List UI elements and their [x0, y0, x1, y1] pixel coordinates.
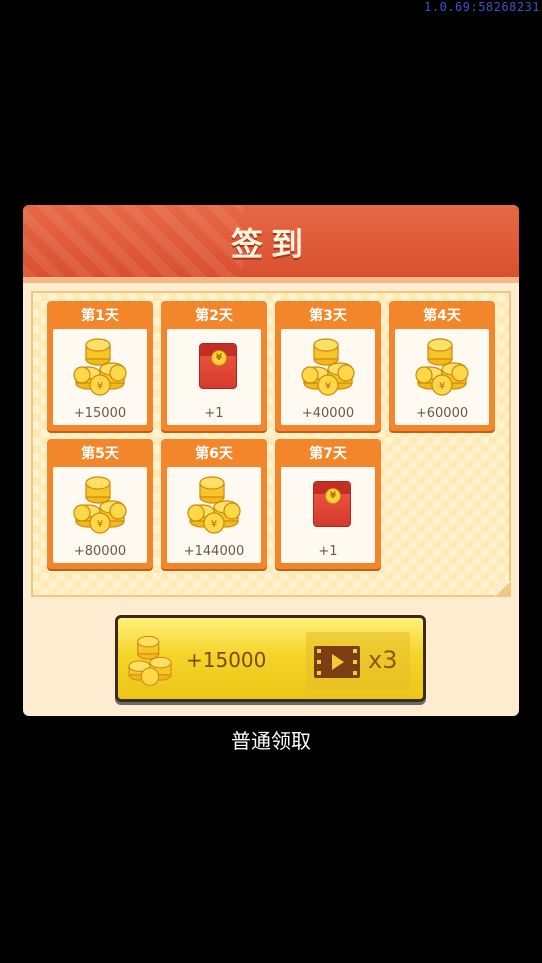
day-label: 第6天: [195, 446, 233, 462]
coin-pile-icon: [128, 635, 172, 686]
normal-claim-link[interactable]: 普通领取: [0, 725, 542, 754]
day-amount: +60000: [415, 406, 469, 421]
page-fold-corner: [495, 581, 511, 597]
video-multiplier-box: x3: [306, 632, 410, 690]
day-amount: +40000: [301, 406, 355, 421]
day-label: 第3天: [309, 308, 347, 324]
day-card-5[interactable]: 第5天 ¥ +80000: [47, 439, 153, 569]
day-amount: +80000: [73, 544, 127, 559]
svg-text:¥: ¥: [325, 381, 331, 392]
day-card-2[interactable]: 第2天 ¥ +1: [161, 301, 267, 431]
day-amount: +1: [318, 544, 338, 559]
coin-pile-icon: ¥: [301, 338, 355, 396]
day-card-7[interactable]: 第7天 ¥ +1: [275, 439, 381, 569]
svg-text:¥: ¥: [97, 519, 103, 530]
coin-pile-icon: ¥: [73, 338, 127, 396]
day-amount: +15000: [73, 406, 127, 421]
day-label: 第4天: [423, 308, 461, 324]
day-label: 第7天: [309, 446, 347, 462]
day-reward-box: ¥ +144000: [167, 467, 261, 563]
day-reward-box: ¥ +40000: [281, 329, 375, 425]
svg-text:¥: ¥: [439, 381, 445, 392]
coin-pile-icon: ¥: [415, 338, 469, 396]
day-card-1[interactable]: 第1天 ¥ +15000: [47, 301, 153, 431]
day-reward-box: ¥ +1: [281, 467, 375, 563]
day-card-6[interactable]: 第6天 ¥ +144000: [161, 439, 267, 569]
day-reward-box: ¥ +15000: [53, 329, 147, 425]
svg-text:¥: ¥: [211, 519, 217, 530]
day-label: 第2天: [195, 308, 233, 324]
coin-pile-icon: ¥: [187, 476, 241, 534]
film-strip-play-icon: [314, 646, 360, 678]
coin-pile-icon: ¥: [73, 476, 127, 534]
day-reward-box: ¥ +1: [167, 329, 261, 425]
video-claim-button[interactable]: +15000 x3: [115, 615, 426, 702]
day-amount: +144000: [183, 544, 245, 559]
day-card-4[interactable]: 第4天 ¥ +60000: [389, 301, 495, 431]
day-label: 第1天: [81, 308, 119, 324]
panel-header: 签到: [23, 205, 519, 283]
day-amount: +1: [204, 406, 224, 421]
claim-amount: +15000: [186, 648, 267, 672]
day-card-3[interactable]: 第3天 ¥ +40000: [275, 301, 381, 431]
days-grid: 第1天 ¥ +15000 第2天 ¥ +1 第3天 ¥ +40000 第4天 ¥…: [31, 291, 511, 597]
red-packet-icon: ¥: [199, 343, 237, 389]
red-packet-icon: ¥: [313, 481, 351, 527]
panel-title: 签到: [230, 225, 311, 263]
svg-text:¥: ¥: [97, 381, 103, 392]
multiplier-label: x3: [368, 646, 398, 674]
day-reward-box: ¥ +60000: [395, 329, 489, 425]
day-reward-box: ¥ +80000: [53, 467, 147, 563]
day-label: 第5天: [81, 446, 119, 462]
version-label: 1.0.69:58268231: [424, 0, 540, 14]
